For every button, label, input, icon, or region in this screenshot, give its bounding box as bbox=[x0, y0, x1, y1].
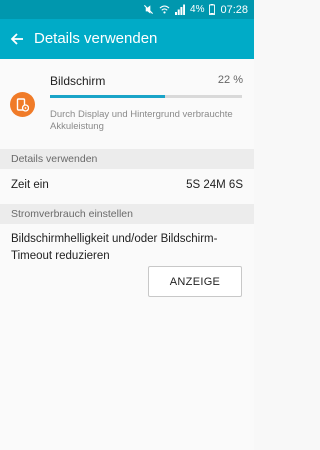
usage-item-name: Bildschirm bbox=[50, 74, 106, 88]
battery-percent: 4% bbox=[190, 4, 205, 15]
details-row-time-on: Zeit ein 5S 24M 6S bbox=[0, 169, 254, 204]
usage-item-percent: 22 % bbox=[217, 74, 243, 86]
signal-icon bbox=[175, 4, 186, 15]
usage-card bbox=[0, 59, 254, 149]
empty-area bbox=[0, 305, 254, 450]
page-title: Details verwenden bbox=[34, 30, 158, 47]
power-tip-text: Bildschirmhelligkeit und/oder Bildschirm… bbox=[11, 233, 218, 262]
section-header-details: Details verwenden bbox=[0, 149, 254, 169]
back-arrow-icon[interactable] bbox=[6, 28, 28, 50]
section-header-power: Stromverbrauch einstellen bbox=[0, 204, 254, 224]
usage-item-description: Durch Display und Hintergrund verbraucht… bbox=[50, 109, 233, 132]
app-bar: Details verwenden bbox=[0, 19, 254, 59]
status-bar: 4% 07:28 bbox=[0, 0, 254, 19]
display-button[interactable]: ANZEIGE bbox=[148, 266, 242, 297]
mute-icon bbox=[143, 4, 154, 15]
clock: 07:28 bbox=[220, 3, 248, 16]
usage-progress-bar bbox=[50, 95, 242, 98]
battery-icon bbox=[209, 4, 216, 15]
wifi-icon bbox=[159, 4, 170, 15]
usage-progress-fill bbox=[50, 95, 166, 98]
row-value: 5S 24M 6S bbox=[186, 179, 243, 191]
screen-settings-icon bbox=[10, 92, 35, 117]
row-label: Zeit ein bbox=[11, 179, 49, 191]
